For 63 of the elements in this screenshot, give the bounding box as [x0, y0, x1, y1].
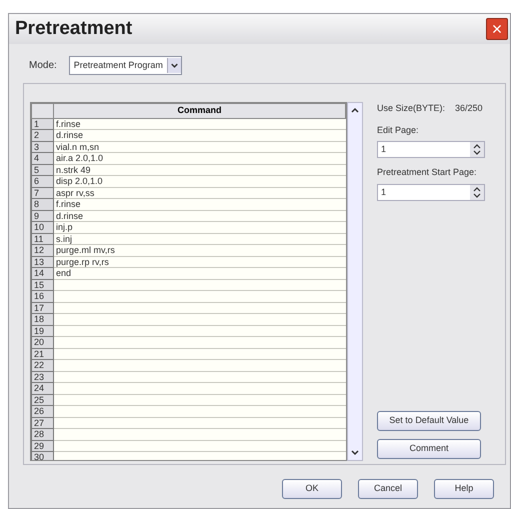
row-number: 5 [32, 164, 54, 176]
edit-page-label: Edit Page: [377, 124, 420, 137]
window-title: Pretreatment [15, 16, 132, 41]
row-number: 27 [32, 417, 54, 428]
row-number: 21 [32, 348, 54, 360]
spin-arrows-icon[interactable] [470, 184, 484, 200]
row-number: 22 [32, 360, 54, 371]
mode-label: Mode: [29, 59, 57, 73]
row-number: 23 [32, 371, 54, 382]
command-cell: vial.n m,sn [54, 141, 346, 152]
command-cell: aspr rv,ss [54, 187, 346, 198]
command-cell: n.strk 49 [54, 164, 346, 176]
close-button[interactable]: × [486, 18, 508, 40]
dialog-button[interactable]: Cancel [358, 479, 418, 499]
mode-dropdown[interactable]: Pretreatment Program [68, 56, 182, 75]
row-number: 9 [32, 210, 54, 222]
command-cell: air.a 2.0,1.0 [54, 152, 346, 164]
row-number: 11 [32, 233, 54, 244]
row-number: 8 [32, 198, 54, 210]
row-number: 14 [32, 268, 54, 279]
side-button[interactable]: Comment [377, 439, 481, 459]
row-number: 13 [32, 256, 54, 268]
command-cell: purge.rp rv,rs [54, 256, 346, 268]
row-number: 16 [32, 290, 54, 302]
command-cell: f.rinse [54, 198, 346, 210]
row-number: 29 [32, 440, 54, 452]
vertical-scrollbar[interactable] [347, 102, 363, 461]
start-page-label: Pretreatment Start Page: [377, 166, 478, 179]
row-number: 17 [32, 302, 54, 314]
side-button[interactable]: Set to Default Value [377, 411, 481, 431]
chevron-down-icon [166, 58, 181, 73]
row-number: 26 [32, 406, 54, 417]
command-cell: d.rinse [54, 130, 346, 141]
row-number: 28 [32, 428, 54, 440]
row-number: 15 [32, 279, 54, 290]
command-cell: disp 2.0,1.0 [54, 176, 346, 187]
command-cell: end [54, 268, 346, 279]
row-number: 1 [32, 118, 54, 130]
use-size-value: 36/250 [455, 102, 483, 115]
column-header: Command [54, 104, 346, 118]
row-number: 2 [32, 130, 54, 141]
command-cell: purge.ml mv,rs [54, 244, 346, 256]
row-number: 6 [32, 176, 54, 187]
dialog-button[interactable]: Help [434, 479, 494, 499]
row-number: 25 [32, 394, 54, 406]
command-cell: inj.p [54, 222, 346, 233]
use-size-label: Use Size(BYTE): [377, 102, 446, 115]
row-number: 24 [32, 382, 54, 394]
row-number: 4 [32, 152, 54, 164]
row-number: 10 [32, 222, 54, 233]
spin-arrows-icon[interactable] [470, 142, 484, 157]
row-number: 20 [32, 336, 54, 348]
row-number: 19 [32, 325, 54, 336]
command-cell: f.rinse [54, 118, 346, 130]
row-number: 3 [32, 141, 54, 152]
dialog-button[interactable]: OK [282, 479, 342, 499]
command-cell: s.inj [54, 233, 346, 244]
row-number: 7 [32, 187, 54, 198]
row-number: 18 [32, 314, 54, 325]
row-number: 12 [32, 244, 54, 256]
start-page-spinbox[interactable]: 1 [377, 184, 485, 200]
edit-page-spinbox[interactable]: 1 [377, 141, 485, 158]
command-cell: d.rinse [54, 210, 346, 222]
